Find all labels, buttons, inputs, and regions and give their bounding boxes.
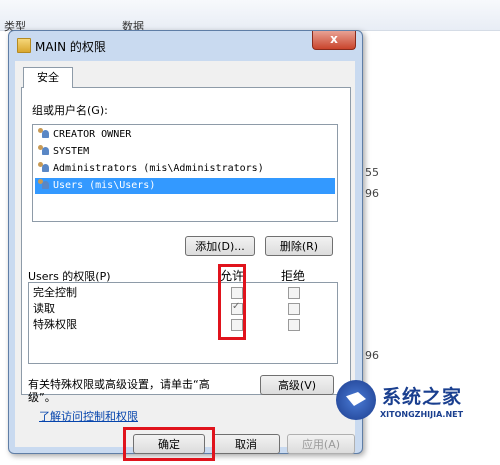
close-button[interactable]: x [312,31,356,50]
users-icon [37,161,51,173]
permission-name: 读取 [33,302,55,315]
title-bar[interactable]: MAIN 的权限 x [9,31,362,59]
help-link[interactable]: 了解访问控制和权限 [39,408,138,424]
watermark-url: XITONGZHIJIA.NET [380,410,464,419]
apply-button: 应用(A) [287,434,355,454]
site-logo-icon [336,380,376,420]
window-title: MAIN 的权限 [35,40,106,54]
watermark: 系统之家 XITONGZHIJIA.NET [336,378,496,428]
permission-row: 特殊权限 [33,317,77,333]
user-name: CREATOR OWNER [53,129,132,140]
permission-name: 特殊权限 [33,318,77,331]
dialog-client-area: 安全 组或用户名(G): CREATOR OWNER SYSTEM Admini… [15,61,355,461]
advanced-note-cont: 级”。 [28,389,56,405]
cancel-button[interactable]: 取消 [212,434,280,454]
advanced-note-line2: 级”。 [28,391,56,404]
list-item-selected[interactable]: Users (mis\Users) [35,178,335,194]
users-icon [37,144,51,156]
tab-security[interactable]: 安全 [23,67,73,88]
background-window-header [0,0,500,31]
users-icon [37,178,51,190]
bg-value: 55 [365,166,379,179]
deny-checkbox-special[interactable] [288,319,300,331]
permission-name: 完全控制 [33,286,77,299]
ok-highlight-box [123,427,215,461]
list-item[interactable]: CREATOR OWNER [35,127,335,143]
bg-value: 96 [365,187,379,200]
list-item[interactable]: Administrators (mis\Administrators) [35,161,335,177]
remove-button[interactable]: 删除(R) [265,236,333,256]
list-item[interactable]: SYSTEM [35,144,335,160]
permission-row: 读取 [33,301,55,317]
folder-icon [17,38,31,53]
permissions-dialog: MAIN 的权限 x 安全 组或用户名(G): CREATOR OWNER SY… [8,30,363,461]
permissions-list: 完全控制 读取 特殊权限 [28,282,338,364]
group-or-user-label: 组或用户名(G): [32,104,108,117]
user-list[interactable]: CREATOR OWNER SYSTEM Administrators (mis… [32,124,338,222]
advanced-button[interactable]: 高级(V) [260,375,334,395]
permission-row: 完全控制 [33,285,77,301]
users-icon [37,127,51,139]
user-name: SYSTEM [53,146,90,157]
deny-checkbox-full-control[interactable] [288,287,300,299]
deny-checkbox-read[interactable] [288,303,300,315]
add-button[interactable]: 添加(D)... [185,236,255,256]
watermark-name: 系统之家 [382,386,463,408]
bg-value: 96 [365,349,379,362]
security-tab-panel: 组或用户名(G): CREATOR OWNER SYSTEM Administr… [21,87,351,404]
user-name: Users (mis\Users) [53,180,156,191]
allow-highlight-box [218,264,246,340]
user-name: Administrators (mis\Administrators) [53,163,264,174]
